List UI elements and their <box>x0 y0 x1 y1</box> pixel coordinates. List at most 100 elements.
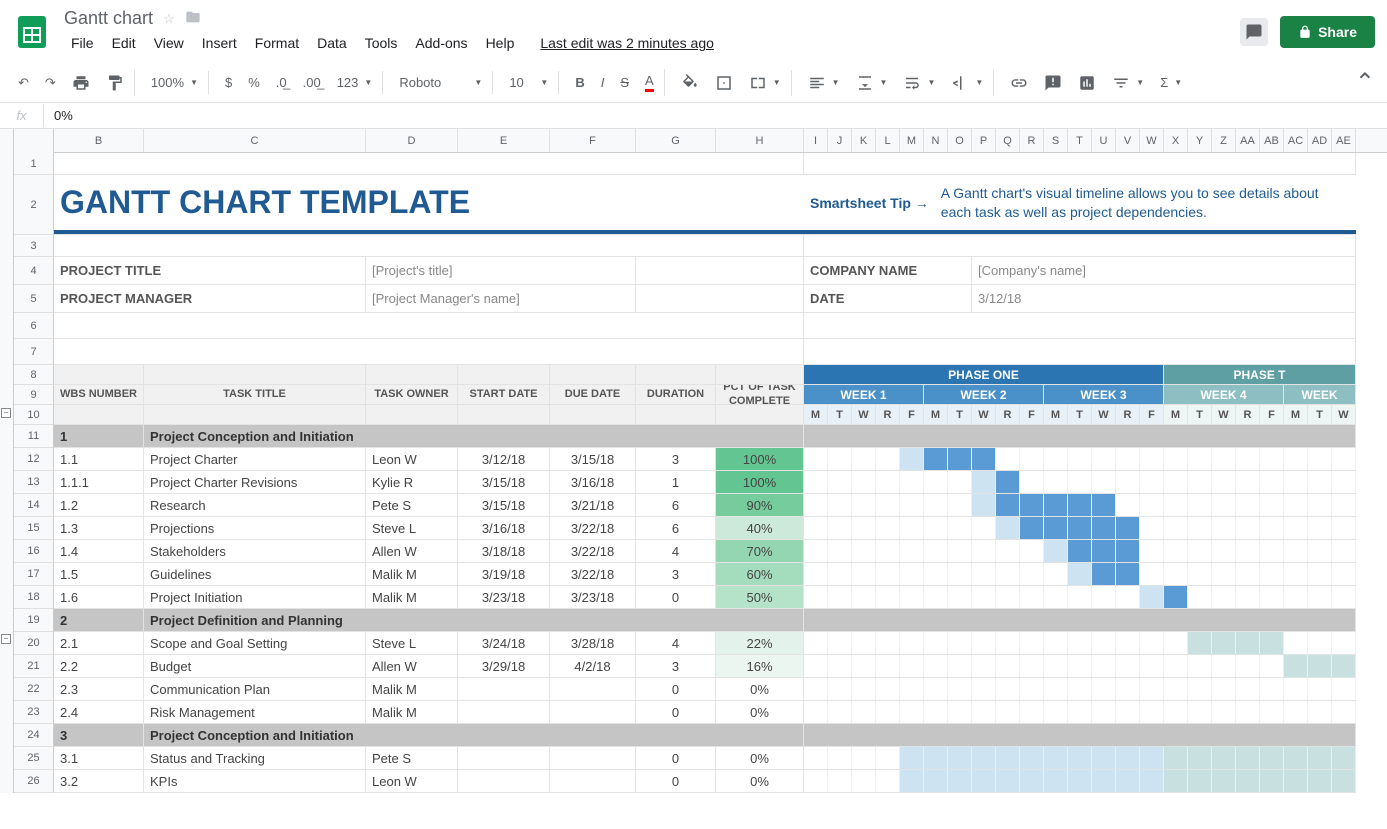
cell[interactable] <box>972 471 996 493</box>
cell[interactable] <box>1140 678 1164 700</box>
cell[interactable] <box>876 586 900 608</box>
cell[interactable] <box>948 471 972 493</box>
cell[interactable] <box>1332 586 1356 608</box>
cell[interactable] <box>1068 655 1092 677</box>
cell[interactable]: 0% <box>716 678 804 700</box>
cell[interactable]: Project Charter Revisions <box>144 471 366 493</box>
cell[interactable] <box>1284 563 1308 585</box>
row-header-3[interactable]: 3 <box>14 235 54 257</box>
cell[interactable]: PHASE T <box>1164 365 1356 384</box>
cell[interactable] <box>876 747 900 769</box>
cell[interactable]: Steve L <box>366 632 458 654</box>
cell[interactable] <box>1116 632 1140 654</box>
cell[interactable]: W <box>1332 405 1356 424</box>
print-button[interactable] <box>66 70 96 96</box>
cell[interactable] <box>1140 448 1164 470</box>
cell[interactable] <box>1260 517 1284 539</box>
cell[interactable] <box>1116 747 1140 769</box>
cell[interactable]: 6 <box>636 494 716 516</box>
cell[interactable] <box>924 747 948 769</box>
cell[interactable]: W <box>1212 405 1236 424</box>
cell[interactable] <box>1116 517 1140 539</box>
col-header-L[interactable]: L <box>876 129 900 152</box>
col-header-AA[interactable]: AA <box>1236 129 1260 152</box>
cell[interactable]: Communication Plan <box>144 678 366 700</box>
cell[interactable] <box>1212 586 1236 608</box>
functions-button[interactable]: Σ▼ <box>1154 71 1188 94</box>
cell[interactable] <box>458 678 550 700</box>
row-header-18[interactable]: 18 <box>14 586 54 609</box>
cell[interactable] <box>924 540 948 562</box>
cell[interactable] <box>828 701 852 723</box>
cell[interactable] <box>1332 632 1356 654</box>
cell[interactable]: Pete S <box>366 747 458 769</box>
cell[interactable] <box>1044 471 1068 493</box>
cell[interactable] <box>1140 770 1164 792</box>
cell[interactable]: 60% <box>716 563 804 585</box>
cell[interactable] <box>1020 678 1044 700</box>
cell[interactable]: WEEK <box>1284 385 1356 404</box>
row-header-15[interactable]: 15 <box>14 517 54 540</box>
font-size-dropdown[interactable]: 10▼ <box>503 71 559 94</box>
cell[interactable]: R <box>876 405 900 424</box>
cell[interactable] <box>1116 563 1140 585</box>
cell[interactable]: Stakeholders <box>144 540 366 562</box>
row-header-14[interactable]: 14 <box>14 494 54 517</box>
cell[interactable] <box>1332 678 1356 700</box>
cell[interactable] <box>1164 494 1188 516</box>
cell[interactable] <box>1092 678 1116 700</box>
row-header-11[interactable]: 11 <box>14 425 54 448</box>
row-header-22[interactable]: 22 <box>14 678 54 701</box>
cell[interactable] <box>900 747 924 769</box>
col-header-W[interactable]: W <box>1140 129 1164 152</box>
cell[interactable] <box>996 770 1020 792</box>
cell[interactable]: Scope and Goal Setting <box>144 632 366 654</box>
cell[interactable] <box>1188 770 1212 792</box>
cell[interactable]: 1.1 <box>54 448 144 470</box>
cell[interactable] <box>1332 770 1356 792</box>
cell[interactable]: 4/2/18 <box>550 655 636 677</box>
cell[interactable]: 3/12/18 <box>458 448 550 470</box>
cell[interactable]: 4 <box>636 632 716 654</box>
cell[interactable] <box>458 365 550 384</box>
cell[interactable] <box>828 471 852 493</box>
cell[interactable] <box>996 471 1020 493</box>
cell[interactable]: WBS NUMBER <box>54 385 144 404</box>
cell[interactable] <box>550 365 636 384</box>
cell[interactable] <box>1260 678 1284 700</box>
cell[interactable] <box>1092 632 1116 654</box>
formula-input[interactable]: 0% <box>44 104 83 127</box>
cell[interactable] <box>1260 701 1284 723</box>
cell[interactable] <box>54 339 804 364</box>
cell[interactable] <box>550 770 636 792</box>
cell[interactable]: 0 <box>636 678 716 700</box>
cell[interactable] <box>716 365 804 384</box>
cell[interactable] <box>828 494 852 516</box>
cell[interactable] <box>1020 494 1044 516</box>
outline-collapse-button[interactable]: − <box>1 634 11 644</box>
cell[interactable] <box>876 471 900 493</box>
cell[interactable]: Allen W <box>366 655 458 677</box>
row-header-9[interactable]: 9 <box>14 385 54 405</box>
cell[interactable] <box>1140 563 1164 585</box>
cell[interactable] <box>1116 770 1140 792</box>
cell[interactable]: Leon W <box>366 448 458 470</box>
cell[interactable]: 3/23/18 <box>550 586 636 608</box>
cell[interactable] <box>1140 747 1164 769</box>
cell[interactable] <box>1332 747 1356 769</box>
cell[interactable]: COMPANY NAME <box>804 257 972 284</box>
cell[interactable]: 100% <box>716 448 804 470</box>
col-header-K[interactable]: K <box>852 129 876 152</box>
cell[interactable] <box>972 586 996 608</box>
cell[interactable] <box>1212 517 1236 539</box>
cell[interactable] <box>996 494 1020 516</box>
cell[interactable] <box>852 540 876 562</box>
row-header-17[interactable]: 17 <box>14 563 54 586</box>
cell[interactable] <box>1212 678 1236 700</box>
cell[interactable] <box>804 471 828 493</box>
cell[interactable] <box>948 448 972 470</box>
cell[interactable] <box>1068 471 1092 493</box>
cell[interactable] <box>1044 701 1068 723</box>
cell[interactable] <box>1260 770 1284 792</box>
cell[interactable] <box>1164 586 1188 608</box>
